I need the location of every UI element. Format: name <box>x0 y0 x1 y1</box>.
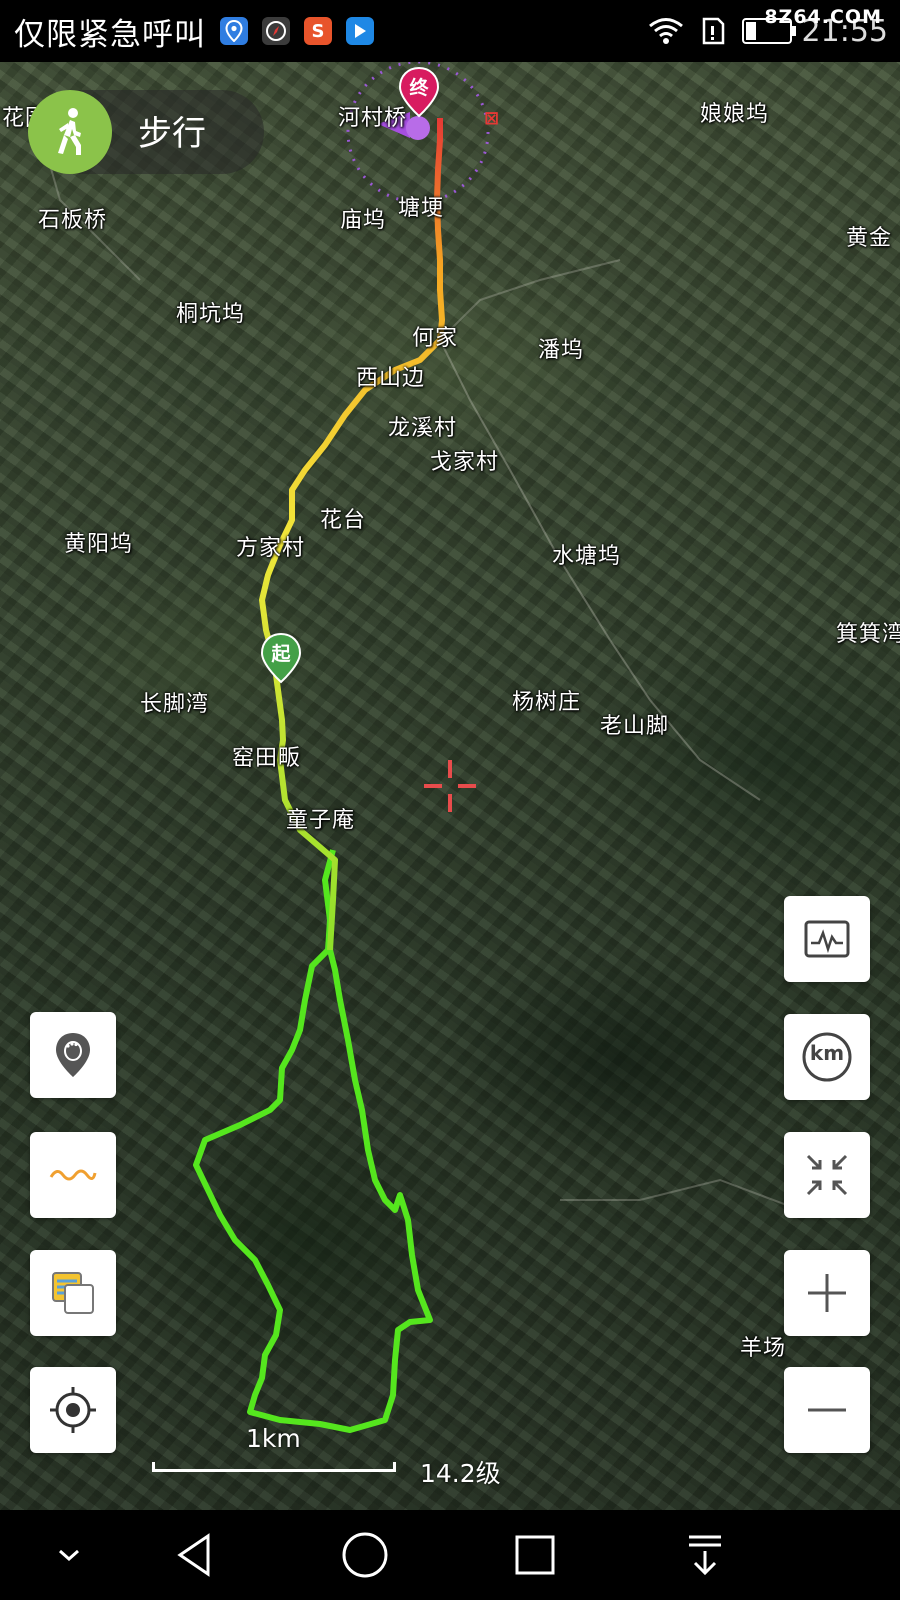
scale-distance-label: 1km <box>246 1424 301 1453</box>
place-label: 娘娘坞 <box>700 102 770 127</box>
collapse-down-icon[interactable] <box>24 1510 114 1600</box>
back-triangle-icon[interactable] <box>150 1510 240 1600</box>
place-label: 塘埂 <box>398 196 445 221</box>
place-label: 箕箕湾 <box>836 622 900 647</box>
zoom-out-button[interactable] <box>784 1367 870 1453</box>
start-marker-label: 起 <box>271 643 291 665</box>
wifi-icon <box>648 18 683 44</box>
s-app-icon: S <box>304 17 332 45</box>
place-label: 长脚湾 <box>140 692 210 717</box>
map-overlay: ⊠ <box>39 62 801 1433</box>
place-label: 方家村 <box>236 536 306 561</box>
footprint-pin-icon <box>56 1033 90 1077</box>
place-label: 潘坞 <box>538 338 585 363</box>
place-label: 杨树庄 <box>512 690 582 715</box>
track-loop <box>193 849 433 1433</box>
place-label: 西山边 <box>356 366 426 391</box>
zoom-level-label: 14.2级 <box>420 1459 501 1488</box>
pulse-chart-icon <box>804 920 850 958</box>
place-label: 花台 <box>320 508 367 533</box>
north-indicator: ⊠ <box>484 108 499 129</box>
place-label: 龙溪村 <box>388 416 458 441</box>
recents-square-icon[interactable] <box>490 1510 580 1600</box>
satellite-map[interactable]: ⊠ 花园 河村桥 娘娘坞 石板桥 庙坞 塘埂 黄金 桐坑坞 何家 潘坞 西山边 … <box>0 62 900 1510</box>
layers-icon <box>52 1272 94 1314</box>
current-position-dot <box>406 116 430 140</box>
place-label: 桐坑坞 <box>176 302 246 327</box>
crosshair-target-icon <box>50 1387 96 1433</box>
footprint-marker-button[interactable] <box>30 1012 116 1098</box>
place-label: 童子庵 <box>286 808 356 833</box>
watermark-text: 8Z64.COM <box>764 6 882 28</box>
scale-bar <box>152 1462 396 1472</box>
status-bar: 仅限紧急呼叫 S 21:55 8Z64.COM <box>0 0 900 62</box>
map-layers-button[interactable] <box>30 1250 116 1336</box>
place-label: 黄阳坞 <box>64 532 134 557</box>
play-app-icon <box>346 17 374 45</box>
minus-icon <box>808 1408 846 1412</box>
fit-track-button[interactable] <box>784 1132 870 1218</box>
locate-me-button[interactable] <box>30 1367 116 1453</box>
track-line-button[interactable] <box>30 1132 116 1218</box>
home-circle-icon[interactable] <box>320 1510 410 1600</box>
walking-person-icon <box>28 90 112 174</box>
travel-mode-chip[interactable]: 步行 <box>28 90 264 174</box>
zoom-in-button[interactable] <box>784 1250 870 1336</box>
elevation-chart-button[interactable] <box>784 896 870 982</box>
compass-app-icon <box>262 17 290 45</box>
travel-mode-label: 步行 <box>138 114 206 154</box>
place-label: 老山脚 <box>600 714 670 739</box>
emergency-calls-only-text: 仅限紧急呼叫 <box>14 16 206 53</box>
place-label: 河村桥 <box>338 106 408 131</box>
place-label: 戈家村 <box>430 450 500 475</box>
km-markers-button[interactable]: km <box>784 1014 870 1100</box>
system-nav-bar <box>0 1510 900 1600</box>
sim-alert-icon <box>702 17 724 45</box>
map-center-crosshair-icon <box>424 760 476 812</box>
place-label: 水塘坞 <box>552 544 622 569</box>
km-button-label: km <box>809 1041 845 1065</box>
shrink-arrows-icon <box>806 1154 848 1196</box>
end-marker[interactable]: 终 <box>398 66 440 118</box>
wave-line-icon <box>49 1169 97 1181</box>
place-label: 何家 <box>412 326 459 351</box>
place-label: 窑田畈 <box>232 746 302 771</box>
place-label: 羊场 <box>740 1336 787 1361</box>
place-label: 黄金 <box>846 226 893 251</box>
start-marker[interactable]: 起 <box>260 632 302 684</box>
place-label: 庙坞 <box>340 208 387 233</box>
plus-icon <box>808 1274 846 1312</box>
end-marker-label: 终 <box>409 77 429 99</box>
map-pin-app-icon <box>220 17 248 45</box>
notification-pull-icon[interactable] <box>660 1510 750 1600</box>
place-label: 石板桥 <box>38 208 108 233</box>
